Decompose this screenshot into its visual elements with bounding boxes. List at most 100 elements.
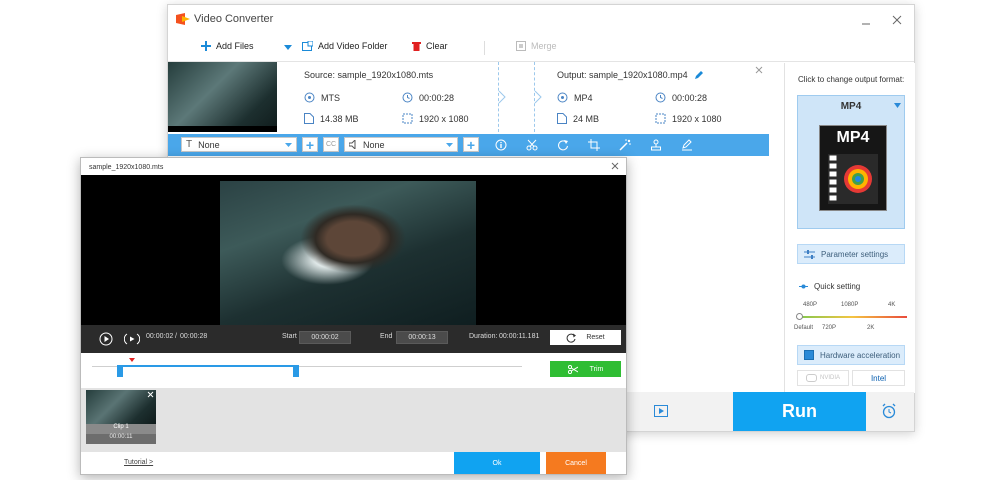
toolbar-divider [484, 41, 485, 55]
app-logo-icon [176, 13, 190, 25]
text-icon: T [186, 139, 193, 150]
quick-setting-label: Quick setting [799, 282, 860, 291]
format-icon [557, 92, 568, 103]
start-label: Start [282, 333, 297, 340]
intel-badge[interactable]: Intel [852, 370, 905, 386]
remove-item-icon[interactable] [755, 66, 763, 74]
video-thumbnail[interactable] [168, 62, 277, 132]
rotate-icon[interactable] [555, 137, 571, 153]
watermark-icon[interactable] [648, 137, 664, 153]
info-icon[interactable] [493, 137, 509, 153]
intel-label: Intel [870, 373, 887, 383]
play-icon[interactable] [99, 332, 113, 346]
slider-dot-icon [799, 284, 808, 289]
tutorial-link[interactable]: Tutorial > [124, 459, 153, 466]
next-frame-icon[interactable] [124, 332, 140, 346]
close-icon[interactable] [892, 15, 902, 25]
clear-button[interactable]: Clear [412, 41, 448, 51]
time-separator: / [175, 333, 177, 340]
quality-480p: 480P [803, 302, 818, 308]
clip-duration: 00:00:11 [86, 434, 156, 444]
source-filename: Source: sample_1920x1080.mts [304, 70, 434, 80]
file-item: Source: sample_1920x1080.mts MTS 00:00:2… [168, 62, 769, 135]
current-time: 00:00:02 [146, 333, 174, 340]
source-format: MTS [304, 92, 340, 103]
folder-plus-icon [302, 41, 313, 51]
end-label: End [380, 333, 393, 340]
duration-value: 00:00:11.181 [499, 333, 540, 340]
end-time-input[interactable]: 00:00:13 [396, 331, 448, 344]
merge-label: Merge [531, 41, 557, 51]
output-format-panel: Click to change output format: MP4 MP4 P… [784, 63, 915, 393]
chevron-down-icon [894, 103, 901, 108]
trim-end-handle[interactable] [293, 365, 299, 377]
clip-thumbnail [86, 390, 156, 424]
output-format-name: MP4 [840, 101, 862, 112]
clip-item[interactable]: Clip 1 00:00:11 [86, 390, 156, 444]
ok-button[interactable]: Ok [454, 452, 540, 474]
add-audio-button[interactable]: + [463, 137, 479, 152]
output-folder-icon[interactable] [654, 405, 668, 417]
quality-1080p: 1080P [841, 302, 859, 308]
clip-label: Clip 1 [86, 424, 156, 434]
hardware-acceleration-button[interactable]: Hardware acceleration [797, 345, 905, 365]
quality-4k: 4K [888, 302, 896, 308]
quality-720p: 720P [822, 325, 837, 331]
resolution-icon [402, 113, 413, 124]
close-icon[interactable] [611, 162, 619, 170]
chevron-down-icon [446, 142, 453, 147]
alarm-clock-icon[interactable] [881, 403, 897, 419]
output-resolution: 1920 x 1080 [655, 113, 722, 124]
playhead-marker[interactable] [129, 358, 135, 362]
quality-slider-handle[interactable] [796, 313, 803, 320]
edit-pencil-icon[interactable] [694, 70, 704, 80]
speaker-icon [349, 140, 356, 149]
add-subtitle-button[interactable]: + [302, 137, 318, 152]
trim-dialog: sample_1920x1080.mts 00:00:02 / 00:00:28… [80, 157, 627, 475]
subtitle-select[interactable]: T None [181, 137, 297, 152]
merge-icon [516, 41, 526, 51]
file-icon [557, 113, 567, 124]
mp4-badge-text: MP4 [836, 129, 870, 146]
trim-button[interactable]: Trim [550, 361, 621, 377]
cancel-button[interactable]: Cancel [546, 452, 606, 474]
title-bar: Video Converter [168, 5, 914, 35]
chevron-down-icon[interactable] [284, 45, 292, 50]
thumbnail-shadow [168, 126, 277, 132]
clip-list: Clip 1 00:00:11 [81, 388, 626, 452]
reset-icon [566, 333, 577, 343]
crop-icon[interactable] [586, 137, 602, 153]
start-time-input[interactable]: 00:00:02 [299, 331, 351, 344]
file-icon [304, 113, 314, 124]
add-video-folder-button[interactable]: Add Video Folder [302, 41, 387, 51]
film-reel-icon [828, 154, 878, 204]
source-size: 14.38 MB [304, 113, 359, 124]
output-format-hint: Click to change output format: [798, 75, 905, 84]
chevron-down-icon [285, 142, 292, 147]
output-format-selector[interactable]: MP4 MP4 [797, 95, 905, 229]
parameter-settings-button[interactable]: Parameter settings [797, 244, 905, 264]
trim-start-handle[interactable] [117, 365, 123, 377]
video-preview [81, 175, 626, 325]
playback-controls: 00:00:02 / 00:00:28 Start 00:00:02 End 0… [81, 325, 626, 353]
close-icon[interactable] [147, 391, 154, 398]
subtitle-edit-icon[interactable] [679, 137, 695, 153]
quality-default: Default [794, 325, 814, 331]
total-time: 00:00:28 [180, 333, 208, 340]
source-duration: 00:00:28 [402, 92, 454, 103]
add-files-button[interactable]: Add Files [201, 41, 254, 51]
dialog-footer: Tutorial > Ok Cancel [81, 452, 626, 474]
edit-toolbar: T None + CC None + [168, 134, 769, 156]
run-button[interactable]: Run [733, 392, 866, 431]
merge-button[interactable]: Merge [516, 41, 557, 51]
effects-wand-icon[interactable] [617, 137, 633, 153]
reset-button[interactable]: Reset [550, 330, 621, 345]
trash-icon [412, 42, 421, 51]
minimize-icon[interactable] [861, 15, 871, 25]
quality-slider-track[interactable] [797, 316, 907, 318]
nvidia-logo-icon [805, 374, 817, 382]
nvidia-badge[interactable]: NVIDIA [797, 370, 849, 386]
audio-track-select[interactable]: None [344, 137, 458, 152]
scissors-icon[interactable] [524, 137, 540, 153]
cc-button[interactable]: CC [323, 137, 339, 152]
